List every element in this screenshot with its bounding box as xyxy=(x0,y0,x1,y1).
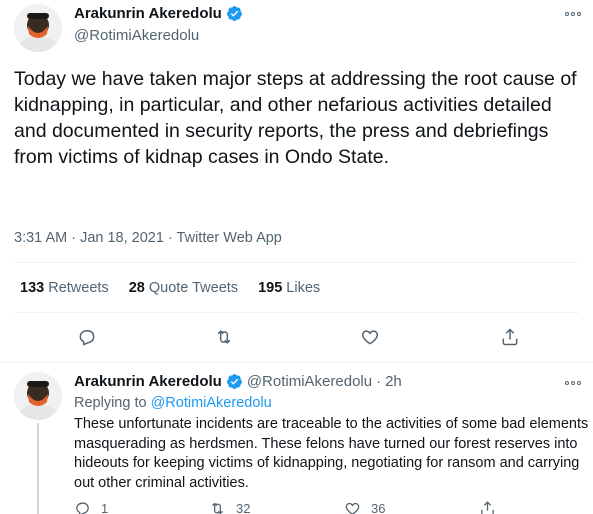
reply-time[interactable]: 2h xyxy=(385,373,402,390)
quote-tweets-count: 28 xyxy=(128,280,145,296)
verified-badge-icon xyxy=(226,6,242,21)
reply-header: Arakunrin Akeredolu @RotimiAkeredolu · 2… xyxy=(74,373,402,390)
engagement-stats: 133 Retweets 28 Quote Tweets 195 Likes xyxy=(20,280,340,296)
thread-line xyxy=(37,423,39,514)
avatar-image xyxy=(14,4,62,52)
retweet-icon xyxy=(217,330,231,344)
more-options-icon[interactable] xyxy=(563,5,583,23)
reply-icon xyxy=(76,502,89,514)
reply-avatar[interactable] xyxy=(14,372,62,420)
divider xyxy=(14,262,579,263)
retweets-label: Retweets xyxy=(48,280,109,296)
retweet-count: 32 xyxy=(236,501,251,514)
replying-to-link[interactable]: @RotimiAkeredolu xyxy=(151,395,272,411)
more-options-icon[interactable] xyxy=(563,374,583,392)
reply-button[interactable] xyxy=(72,322,102,352)
reply-author-handle[interactable]: @RotimiAkeredolu xyxy=(247,373,372,390)
share-button[interactable] xyxy=(495,322,525,352)
reply-like-button[interactable]: 36 xyxy=(344,500,385,514)
reply-author-name[interactable]: Arakunrin Akeredolu xyxy=(74,373,222,390)
replying-to: Replying to @RotimiAkeredolu xyxy=(74,395,272,411)
tweet-timestamp[interactable]: 3:31 AM · Jan 18, 2021 · Twitter Web App xyxy=(14,230,282,246)
reply-actions: 1 32 36 xyxy=(74,500,574,514)
replying-to-label: Replying to xyxy=(74,395,147,411)
main-tweet: Arakunrin Akeredolu @RotimiAkeredolu Tod… xyxy=(0,0,593,363)
like-count: 36 xyxy=(371,501,386,514)
share-icon xyxy=(502,328,518,346)
tweet-text: Today we have taken major steps at addre… xyxy=(14,68,577,168)
like-icon xyxy=(361,330,379,345)
likes-label: Likes xyxy=(286,280,321,296)
quote-tweets-label: Quote Tweets xyxy=(148,280,239,296)
reply-share-button[interactable] xyxy=(479,500,496,514)
likes-stat[interactable]: 195 Likes xyxy=(258,280,320,296)
separator-dot: · xyxy=(376,373,382,390)
retweets-count: 133 xyxy=(20,280,45,296)
like-icon xyxy=(345,502,360,514)
likes-count: 195 xyxy=(258,280,283,296)
like-button[interactable] xyxy=(355,322,385,352)
author-name-row: Arakunrin Akeredolu xyxy=(74,5,243,22)
retweet-button[interactable] xyxy=(209,322,239,352)
reply-text: These unfortunate incidents are traceabl… xyxy=(74,416,589,491)
reply-reply-button[interactable]: 1 xyxy=(74,500,108,514)
quote-tweets-stat[interactable]: 28 Quote Tweets xyxy=(129,280,238,296)
retweet-icon xyxy=(212,502,223,514)
reply-count: 1 xyxy=(101,501,109,514)
verified-badge-icon xyxy=(226,374,242,389)
tweet-actions xyxy=(0,322,593,352)
avatar[interactable] xyxy=(14,4,62,52)
divider xyxy=(14,312,579,313)
author-display-name[interactable]: Arakunrin Akeredolu xyxy=(74,5,222,22)
reply-icon xyxy=(79,330,95,346)
author-handle[interactable]: @RotimiAkeredolu xyxy=(74,27,199,44)
retweets-stat[interactable]: 133 Retweets xyxy=(20,280,109,296)
reply-retweet-button[interactable]: 32 xyxy=(209,500,250,514)
share-icon xyxy=(481,501,494,514)
avatar-image xyxy=(14,372,62,420)
